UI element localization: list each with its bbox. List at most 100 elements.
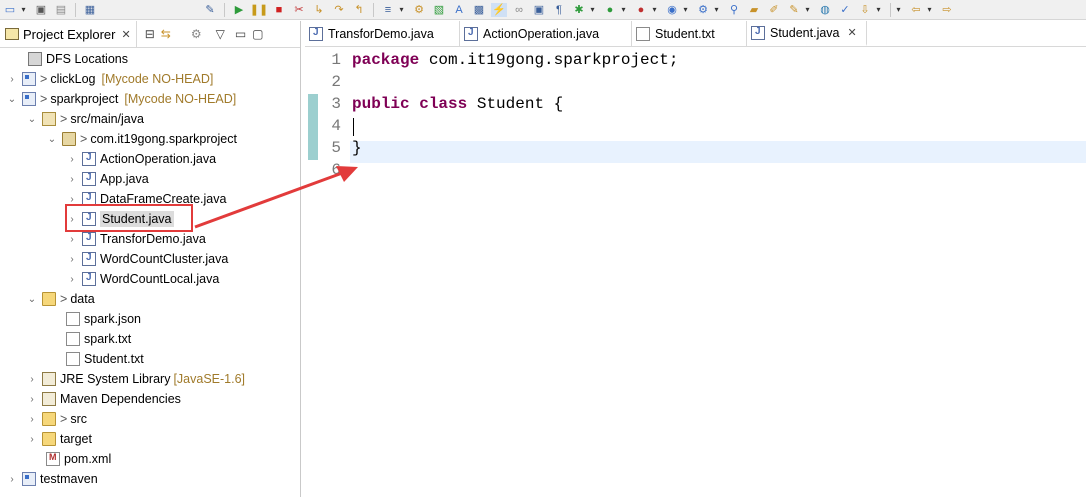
- back-dropdown-icon[interactable]: ▾: [926, 5, 933, 14]
- tab-student-java[interactable]: Student.java ✕: [747, 21, 867, 46]
- tree-item-src[interactable]: › > src: [26, 409, 87, 429]
- expand-chevron-icon[interactable]: ›: [66, 234, 78, 245]
- link-icon[interactable]: ∞: [511, 3, 527, 17]
- code-text: Student {: [467, 95, 564, 113]
- chart-icon[interactable]: ▧: [431, 3, 447, 17]
- java-file-icon: [82, 152, 96, 166]
- expand-chevron-icon[interactable]: ›: [66, 154, 78, 165]
- tree-item-maven-dependencies[interactable]: › Maven Dependencies: [26, 389, 181, 409]
- tab-project-explorer[interactable]: Project Explorer ✕: [0, 21, 137, 47]
- folder-icon[interactable]: ▰: [746, 3, 762, 17]
- brush-dropdown-icon[interactable]: ▾: [804, 5, 811, 14]
- world-icon[interactable]: ◍: [817, 3, 833, 17]
- tree-item-clicklog[interactable]: › > clickLog [Mycode NO-HEAD]: [6, 69, 213, 89]
- tree-item-actionoperation[interactable]: › ActionOperation.java: [66, 149, 216, 169]
- pilcrow-icon[interactable]: ¶: [551, 3, 567, 17]
- save-all-icon[interactable]: ▤: [53, 3, 69, 17]
- step-return-icon[interactable]: ↰: [351, 3, 367, 17]
- expand-chevron-icon[interactable]: ›: [66, 194, 78, 205]
- tool-icon[interactable]: ●: [633, 3, 649, 17]
- step-into-icon[interactable]: ↳: [311, 3, 327, 17]
- pen-icon[interactable]: ✐: [766, 3, 782, 17]
- block-selection-icon[interactable]: ▣: [531, 3, 547, 17]
- history-dropdown-icon[interactable]: ▾: [895, 5, 902, 14]
- globe-icon[interactable]: ◉: [664, 3, 680, 17]
- maximize-icon[interactable]: ▢: [252, 27, 263, 41]
- expand-chevron-icon[interactable]: ›: [6, 474, 18, 485]
- forward-icon[interactable]: ⇨: [939, 3, 955, 17]
- disconnect-icon[interactable]: ✂: [291, 3, 307, 17]
- annotation-icon[interactable]: ✓: [837, 3, 853, 17]
- tree-item-src-main-java[interactable]: ⌄ > src/main/java: [26, 109, 144, 129]
- minimize-icon[interactable]: ▭: [235, 27, 246, 41]
- expand-chevron-icon[interactable]: ›: [66, 254, 78, 265]
- step-over-icon[interactable]: ↷: [331, 3, 347, 17]
- bug-icon[interactable]: ✱: [571, 3, 587, 17]
- close-icon[interactable]: ✕: [121, 28, 130, 41]
- next-annotation-icon[interactable]: ⇩: [857, 3, 873, 17]
- tree-item-pom-xml[interactable]: pom.xml: [46, 449, 111, 469]
- suspend-icon[interactable]: ❚❚: [250, 3, 268, 17]
- toggle-mark-icon[interactable]: ⚡: [491, 2, 507, 17]
- annotation-dropdown-icon[interactable]: ▾: [875, 5, 882, 14]
- run-icon[interactable]: ▶: [231, 3, 247, 17]
- close-icon[interactable]: ✕: [848, 26, 857, 39]
- collapse-all-icon[interactable]: ⊟: [145, 27, 155, 41]
- stop-icon[interactable]: ■: [271, 3, 287, 17]
- tree-item-student-txt[interactable]: Student.txt: [66, 349, 144, 369]
- save-icon[interactable]: ▣: [33, 3, 49, 17]
- filters-icon[interactable]: ⚙: [191, 27, 202, 41]
- gear-dropdown-icon[interactable]: ▾: [713, 5, 720, 14]
- run-dropdown-icon[interactable]: ▾: [620, 5, 627, 14]
- tool-dropdown-icon[interactable]: ▾: [651, 5, 658, 14]
- view-toolbar: ⊟ ⇆ ⚙ ▽ ▭ ▢: [145, 27, 264, 41]
- tree-item-dfs-locations[interactable]: DFS Locations: [28, 49, 128, 69]
- tree-item-target[interactable]: › target: [26, 429, 92, 449]
- console-dropdown-icon[interactable]: ▾: [398, 5, 405, 14]
- expand-chevron-icon[interactable]: ›: [66, 274, 78, 285]
- expand-chevron-icon[interactable]: ›: [66, 174, 78, 185]
- expand-chevron-icon[interactable]: ›: [6, 74, 18, 85]
- open-console-icon[interactable]: ≡: [380, 3, 396, 17]
- open-type-icon[interactable]: A: [451, 3, 467, 17]
- tree-item-wordcountcluster[interactable]: › WordCountCluster.java: [66, 249, 228, 269]
- collapse-chevron-icon[interactable]: ⌄: [46, 134, 58, 145]
- code-editor[interactable]: 1 2 3 4 5 6 package com.it19gong.sparkpr…: [305, 48, 1086, 497]
- tab-student-txt[interactable]: Student.txt: [632, 21, 747, 46]
- search-icon[interactable]: ⚲: [726, 3, 742, 17]
- tab-transfordemo[interactable]: TransforDemo.java: [305, 21, 460, 46]
- tree-item-transfordemo[interactable]: › TransforDemo.java: [66, 229, 206, 249]
- debug-icon[interactable]: ✎: [202, 3, 218, 17]
- expand-chevron-icon[interactable]: ›: [26, 394, 38, 405]
- expand-chevron-icon[interactable]: ›: [26, 374, 38, 385]
- print-icon[interactable]: ▦: [82, 3, 98, 17]
- tree-item-jre-library[interactable]: › JRE System Library [JavaSE-1.6]: [26, 369, 245, 389]
- tree-item-spark-txt[interactable]: spark.txt: [66, 329, 131, 349]
- tree-item-app[interactable]: › App.java: [66, 169, 149, 189]
- open-task-icon[interactable]: ▩: [471, 3, 487, 17]
- view-menu-icon[interactable]: ▽: [216, 27, 225, 41]
- collapse-chevron-icon[interactable]: ⌄: [26, 294, 38, 305]
- tree-item-spark-json[interactable]: spark.json: [66, 309, 141, 329]
- run-green-icon[interactable]: ●: [602, 3, 618, 17]
- tree-item-wordcountlocal[interactable]: › WordCountLocal.java: [66, 269, 219, 289]
- library-icon: [42, 372, 56, 386]
- expand-chevron-icon[interactable]: ›: [26, 434, 38, 445]
- expand-chevron-icon[interactable]: ›: [26, 414, 38, 425]
- gear-icon[interactable]: ⚙: [695, 3, 711, 17]
- new-icon[interactable]: ▭: [2, 3, 18, 17]
- bug-dropdown-icon[interactable]: ▾: [589, 5, 596, 14]
- collapse-chevron-icon[interactable]: ⌄: [6, 94, 18, 105]
- back-icon[interactable]: ⇦: [908, 3, 924, 17]
- new-dropdown-icon[interactable]: ▾: [20, 5, 27, 14]
- tree-item-testmaven[interactable]: › testmaven: [6, 469, 98, 489]
- tree-item-data[interactable]: ⌄ > data: [26, 289, 95, 309]
- collapse-chevron-icon[interactable]: ⌄: [26, 114, 38, 125]
- tree-item-package[interactable]: ⌄ > com.it19gong.sparkproject: [46, 129, 237, 149]
- link-with-editor-icon[interactable]: ⇆: [161, 27, 171, 41]
- tree-item-sparkproject[interactable]: ⌄ > sparkproject [Mycode NO-HEAD]: [6, 89, 236, 109]
- tab-actionoperation[interactable]: ActionOperation.java: [460, 21, 632, 46]
- coverage-icon[interactable]: ⚙: [411, 3, 427, 17]
- globe-dropdown-icon[interactable]: ▾: [682, 5, 689, 14]
- brush-icon[interactable]: ✎: [786, 3, 802, 17]
